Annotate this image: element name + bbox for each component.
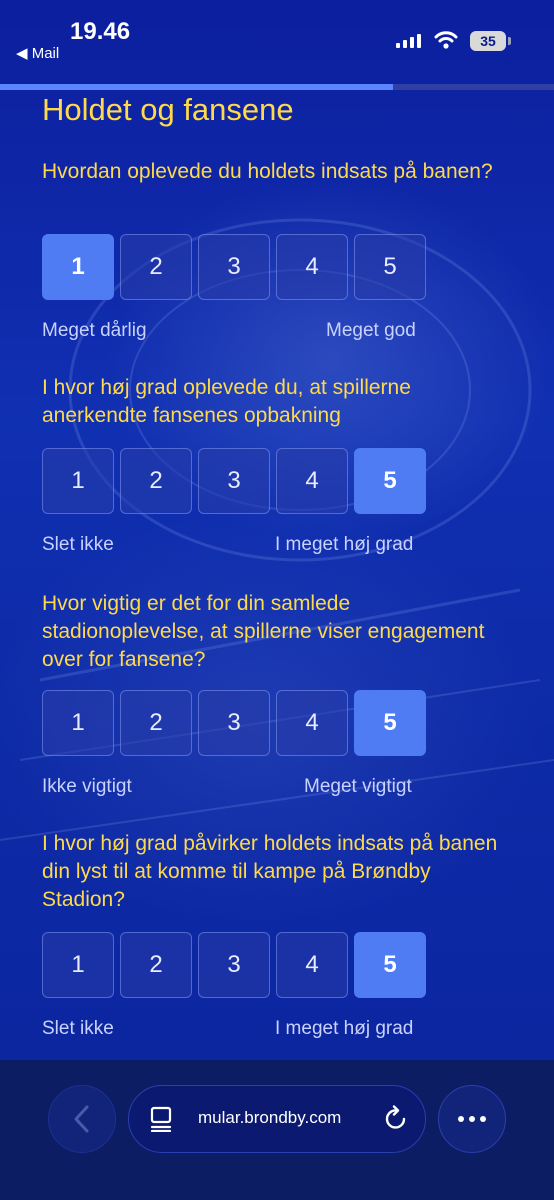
question-2-option-1[interactable]: 1 bbox=[42, 448, 114, 514]
question-2-option-2[interactable]: 2 bbox=[120, 448, 192, 514]
question-1-option-2[interactable]: 2 bbox=[120, 234, 192, 300]
question-3-option-2[interactable]: 2 bbox=[120, 690, 192, 756]
question-4-scale: 1 2 3 4 5 bbox=[42, 932, 426, 998]
question-1-text: Hvordan oplevede du holdets indsats på b… bbox=[42, 160, 493, 183]
question-4-option-1[interactable]: 1 bbox=[42, 932, 114, 998]
question-3-option-4[interactable]: 4 bbox=[276, 690, 348, 756]
back-to-app-link[interactable]: ◀ Mail bbox=[16, 44, 59, 62]
question-3-high-label: Meget vigtigt bbox=[304, 776, 412, 797]
wifi-icon bbox=[434, 31, 458, 49]
section-title: Holdet og fansene bbox=[42, 92, 294, 127]
status-bar: 19.46 ◀ Mail 35 bbox=[0, 0, 554, 84]
question-1-option-3[interactable]: 3 bbox=[198, 234, 270, 300]
question-1-scale: 1 2 3 4 5 bbox=[42, 234, 426, 300]
question-4-option-5[interactable]: 5 bbox=[354, 932, 426, 998]
question-4-option-3[interactable]: 3 bbox=[198, 932, 270, 998]
question-2-option-5[interactable]: 5 bbox=[354, 448, 426, 514]
question-2-option-4[interactable]: 4 bbox=[276, 448, 348, 514]
question-3-low-label: Ikke vigtigt bbox=[42, 776, 132, 797]
question-1-high-label: Meget god bbox=[326, 320, 416, 341]
survey-progress-fill bbox=[0, 84, 394, 90]
browser-back-button[interactable] bbox=[48, 1085, 116, 1153]
question-2-scale: 1 2 3 4 5 bbox=[42, 448, 426, 514]
question-4-low-label: Slet ikke bbox=[42, 1018, 114, 1039]
more-dot-icon bbox=[480, 1116, 486, 1122]
question-4-option-4[interactable]: 4 bbox=[276, 932, 348, 998]
question-4-option-2[interactable]: 2 bbox=[120, 932, 192, 998]
question-2-option-3[interactable]: 3 bbox=[198, 448, 270, 514]
battery-cap bbox=[508, 37, 511, 45]
question-1-option-5[interactable]: 5 bbox=[354, 234, 426, 300]
question-1-option-1[interactable]: 1 bbox=[42, 234, 114, 300]
question-3-text: Hvor vigtig er det for din samlede stadi… bbox=[42, 592, 485, 671]
page-menu-icon[interactable] bbox=[150, 1106, 172, 1132]
question-2-low-label: Slet ikke bbox=[42, 534, 114, 555]
question-3-option-5[interactable]: 5 bbox=[354, 690, 426, 756]
more-options-button[interactable] bbox=[438, 1085, 506, 1153]
question-2-high-label: I meget høj grad bbox=[275, 534, 414, 555]
battery-icon: 35 bbox=[470, 31, 506, 51]
more-dot-icon bbox=[458, 1116, 464, 1122]
question-1-low-label: Meget dårlig bbox=[42, 320, 147, 341]
status-time: 19.46 bbox=[70, 18, 131, 45]
question-3-option-3[interactable]: 3 bbox=[198, 690, 270, 756]
question-3-scale: 1 2 3 4 5 bbox=[42, 690, 426, 756]
question-1-option-4[interactable]: 4 bbox=[276, 234, 348, 300]
cellular-signal-icon bbox=[396, 32, 421, 48]
more-dot-icon bbox=[469, 1116, 475, 1122]
address-bar-url: mular.brondby.com bbox=[198, 1108, 342, 1127]
question-3-option-1[interactable]: 1 bbox=[42, 690, 114, 756]
chevron-left-icon bbox=[74, 1105, 89, 1133]
question-4-high-label: I meget høj grad bbox=[275, 1018, 414, 1039]
question-4-text: I hvor høj grad påvirker holdets indsats… bbox=[42, 832, 498, 911]
back-app-label: Mail bbox=[31, 45, 60, 62]
question-2-text: I hvor høj grad oplevede du, at spillern… bbox=[42, 376, 411, 427]
reload-icon[interactable] bbox=[384, 1105, 408, 1131]
